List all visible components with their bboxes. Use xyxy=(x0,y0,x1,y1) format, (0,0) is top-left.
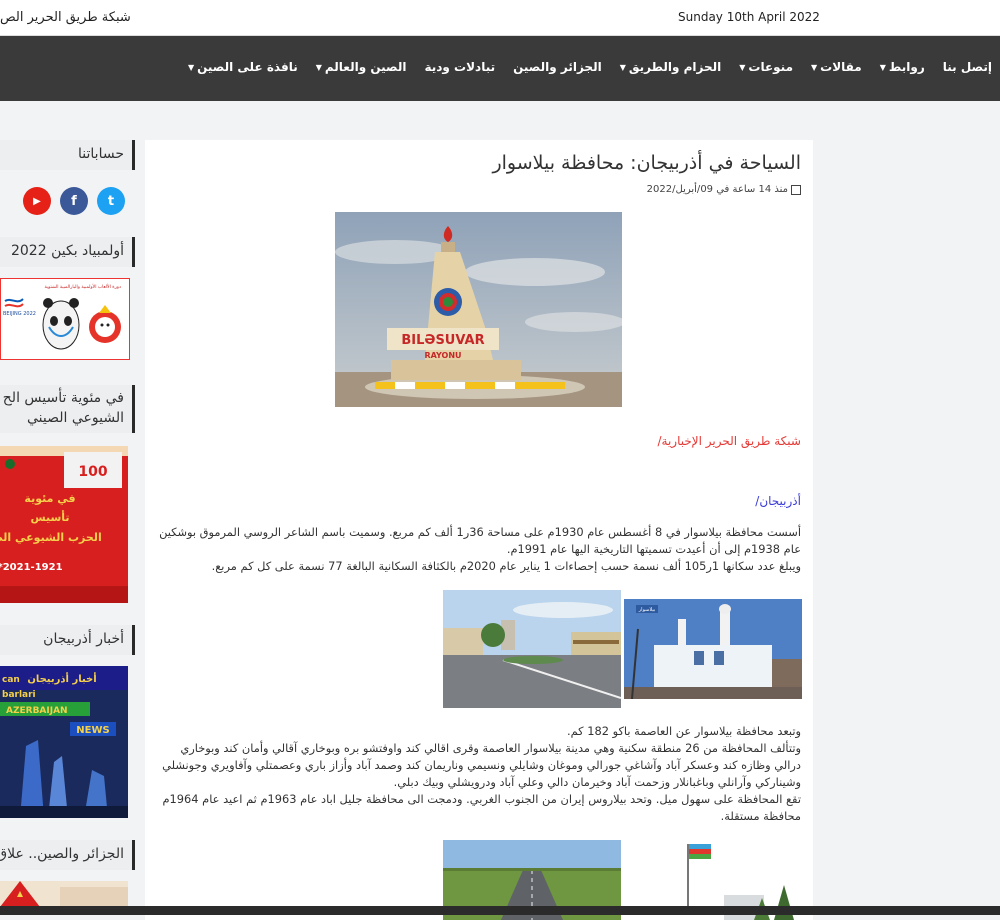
algeria-banner[interactable] xyxy=(0,881,128,907)
azer-banner-news: NEWS xyxy=(76,725,109,736)
cpc-banner-years: *2021-1921 xyxy=(0,562,63,573)
widget-title: أولمبياد بكين 2022 xyxy=(10,243,124,259)
nav-item[interactable]: منوعات ▼ xyxy=(739,60,793,74)
nav-item-label: مقالات xyxy=(820,60,862,74)
cpc-badge: 100 xyxy=(78,464,107,480)
nav-item-label: تبادلات ودية xyxy=(424,60,496,74)
mosque-photo: بيلاسوار xyxy=(624,599,802,699)
article-meta: منذ 14 ساعة في 09/أبريل/2022 xyxy=(647,184,801,195)
mosque-photo-caption: بيلاسوار xyxy=(638,607,655,613)
nav-item[interactable]: تبادلات ودية xyxy=(424,60,495,74)
chevron-down-icon: ▼ xyxy=(187,62,195,72)
azer-banner-mid: AZERBAIJAN xyxy=(6,706,68,716)
widget-title: حساباتنا xyxy=(78,146,124,162)
cpc-banner-line3: الحزب الشيوعي الص xyxy=(0,531,102,544)
cpc-banner[interactable]: 100 في مئوية تأسيس الحزب الشيوعي الص *20… xyxy=(0,446,128,603)
nav-item[interactable]: إتصل بنا xyxy=(943,60,992,74)
article-paragraph: وتبعد محافظة بيلاسوار عن العاصمة باكو 18… xyxy=(162,724,801,823)
nav-item[interactable]: مقالات ▼ xyxy=(811,60,862,74)
article-source: شبكة طريق الحرير الإخبارية/ xyxy=(657,434,801,448)
chevron-down-icon: ▼ xyxy=(315,62,322,72)
widget-title: في مئوية تأسيس الح xyxy=(2,390,124,406)
nav-item[interactable]: الصين والعالم ▼ xyxy=(316,60,407,74)
widget-title: الجزائر والصين.. علاق xyxy=(0,846,124,862)
nav-item-label: الصين والعالم xyxy=(324,60,407,74)
olympics-banner[interactable]: دورة الألعاب الأولمبية والبارالمبية الشت… xyxy=(0,278,130,360)
widget-algeria-header: الجزائر والصين.. علاق xyxy=(0,840,135,870)
chevron-down-icon: ▼ xyxy=(619,62,626,72)
chevron-down-icon: ▼ xyxy=(811,62,818,72)
article-title: السياحة في أذربيجان: محافظة بيلاسوار xyxy=(492,152,801,174)
nav-item[interactable]: نافذة على الصين ▼ xyxy=(188,60,298,74)
widget-azerbaijan-header: أخبار أذربيجان xyxy=(0,625,135,655)
olympics-logo-text: BEIJING 2022 xyxy=(3,311,36,317)
nav-item[interactable]: روابط ▼ xyxy=(880,60,925,74)
hero-sign-text: BILƏSUVAR xyxy=(401,333,484,348)
nav-item-label: الجزائر والصين xyxy=(513,60,602,74)
widget-cpc-header: في مئوية تأسيس الح الشيوعي الصيني xyxy=(0,385,135,433)
azerbaijan-news-banner[interactable]: أخبار أذربيجان can barlari AZERBAIJAN NE… xyxy=(0,666,128,818)
main-navigation: نافذة على الصين ▼ الصين والعالم ▼ تبادلات ود… xyxy=(0,36,1000,101)
nav-item[interactable]: الحزام والطريق ▼ xyxy=(620,60,722,74)
youtube-icon[interactable]: ▶ xyxy=(23,187,51,215)
chevron-down-icon: ▼ xyxy=(879,62,886,72)
nav-item-label: إتصل بنا xyxy=(942,60,992,74)
article-dateline: أذربيجان/ xyxy=(755,494,801,508)
widget-title-line2: الشيوعي الصيني xyxy=(27,410,124,426)
calendar-icon xyxy=(791,184,801,195)
top-bar: شبكة طريق الحرير الص Sunday 10th April 2… xyxy=(0,0,1000,36)
nav-item-label: منوعات xyxy=(748,60,794,74)
nav-menu: نافذة على الصين ▼ الصين والعالم ▼ تبادلات ود… xyxy=(188,60,992,74)
widget-accounts-header: حساباتنا xyxy=(0,140,135,170)
street-photo xyxy=(443,590,621,708)
olympics-banner-text: دورة الألعاب الأولمبية والبارالمبية الشت… xyxy=(44,283,121,290)
nav-item-label: روابط xyxy=(888,60,925,74)
current-date: Sunday 10th April 2022 xyxy=(678,10,820,24)
site-name[interactable]: شبكة طريق الحرير الص xyxy=(0,10,131,25)
bottom-bar xyxy=(0,906,1000,915)
nav-item-label: الحزام والطريق xyxy=(628,60,722,74)
hero-sign-subtext: RAYONU xyxy=(424,351,461,360)
azer-banner-top: أخبار أذربيجان xyxy=(27,672,96,685)
cpc-banner-line1: في مئوية xyxy=(24,492,75,505)
twitter-icon[interactable]: t xyxy=(97,187,125,215)
chevron-down-icon: ▼ xyxy=(739,62,746,72)
article-card: السياحة في أذربيجان: محافظة بيلاسوار منذ… xyxy=(145,140,813,920)
hero-image: BILƏSUVAR RAYONU xyxy=(335,212,622,407)
facebook-icon[interactable]: f xyxy=(60,187,88,215)
nav-item[interactable]: الجزائر والصين xyxy=(513,60,602,74)
azer-banner-can: can xyxy=(2,675,20,685)
article-date: منذ 14 ساعة في 09/أبريل/2022 xyxy=(646,184,788,195)
nav-item-label: نافذة على الصين xyxy=(197,60,298,74)
widget-title: أخبار أذربيجان xyxy=(43,631,124,647)
widget-olympics-header: أولمبياد بكين 2022 xyxy=(0,237,135,267)
article-paragraph: أسست محافظة بيلاسوار في 8 أغسطس عام 1930… xyxy=(159,525,801,573)
azer-banner-barlari: barlari xyxy=(2,690,36,700)
cpc-banner-line2: تأسيس xyxy=(30,510,69,524)
